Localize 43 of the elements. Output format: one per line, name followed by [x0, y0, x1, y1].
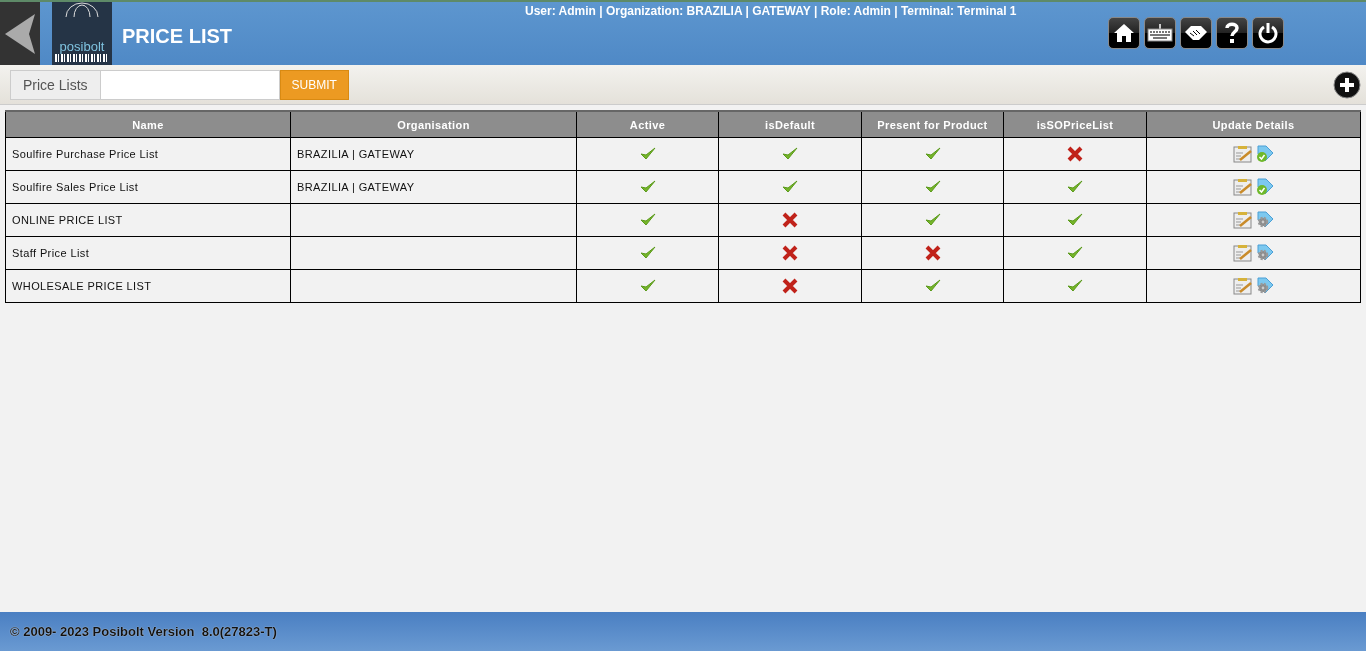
price-list-name: Staff Price List	[5, 236, 291, 270]
column-header: Update Details	[1146, 111, 1361, 138]
column-header: Name	[5, 111, 291, 138]
home-button[interactable]	[1108, 17, 1140, 49]
help-button[interactable]	[1216, 17, 1248, 49]
submit-button[interactable]: SUBMIT	[279, 69, 349, 100]
organisation-cell: BRAZILIA | GATEWAY	[290, 137, 577, 171]
notepad-pencil-icon[interactable]	[1233, 277, 1253, 295]
back-button[interactable]	[0, 2, 40, 65]
column-header: isSOPriceList	[1003, 111, 1147, 138]
column-header: Present for Product	[861, 111, 1004, 138]
back-arrow-icon	[3, 11, 37, 56]
organisation-cell: BRAZILIA | GATEWAY	[290, 170, 577, 204]
price-list-name: WHOLESALE PRICE LIST	[5, 269, 291, 303]
filter-input[interactable]	[100, 69, 280, 100]
tag-gear-icon[interactable]	[1256, 244, 1274, 262]
posibolt-logo: posibolt	[52, 2, 112, 65]
keyboard-button[interactable]	[1144, 17, 1176, 49]
power-icon	[1257, 22, 1279, 44]
tag-check-icon[interactable]	[1256, 178, 1274, 196]
home-icon	[1113, 22, 1135, 44]
tag-check-icon[interactable]	[1256, 145, 1274, 163]
column-header: Active	[576, 111, 719, 138]
tag-gear-icon[interactable]	[1256, 277, 1274, 295]
notepad-pencil-icon[interactable]	[1233, 178, 1253, 196]
session-info: User: Admin | Organization: BRAZILIA | GATEWAY | Role: Admin | Terminal: Terminal 1	[525, 4, 1017, 18]
help-icon	[1222, 21, 1242, 45]
column-header: Organisation	[290, 111, 577, 138]
tag-gear-icon[interactable]	[1256, 211, 1274, 229]
price-list-name: Soulfire Sales Price List	[5, 170, 291, 204]
copyright-text: © 2009- 2023 Posibolt Version 8.0(27823-T)	[10, 624, 277, 639]
logout-button[interactable]	[1252, 17, 1284, 49]
handshake-button[interactable]	[1180, 17, 1212, 49]
price-list-name: ONLINE PRICE LIST	[5, 203, 291, 237]
notepad-pencil-icon[interactable]	[1233, 211, 1253, 229]
keyboard-icon	[1147, 23, 1173, 43]
filter-label: Price Lists	[10, 69, 101, 100]
notepad-pencil-icon[interactable]	[1233, 145, 1253, 163]
add-icon[interactable]	[1333, 70, 1361, 99]
column-header: isDefault	[718, 111, 862, 138]
notepad-pencil-icon[interactable]	[1233, 244, 1253, 262]
price-list-name: Soulfire Purchase Price List	[5, 137, 291, 171]
page-title: PRICE LIST	[122, 25, 232, 48]
